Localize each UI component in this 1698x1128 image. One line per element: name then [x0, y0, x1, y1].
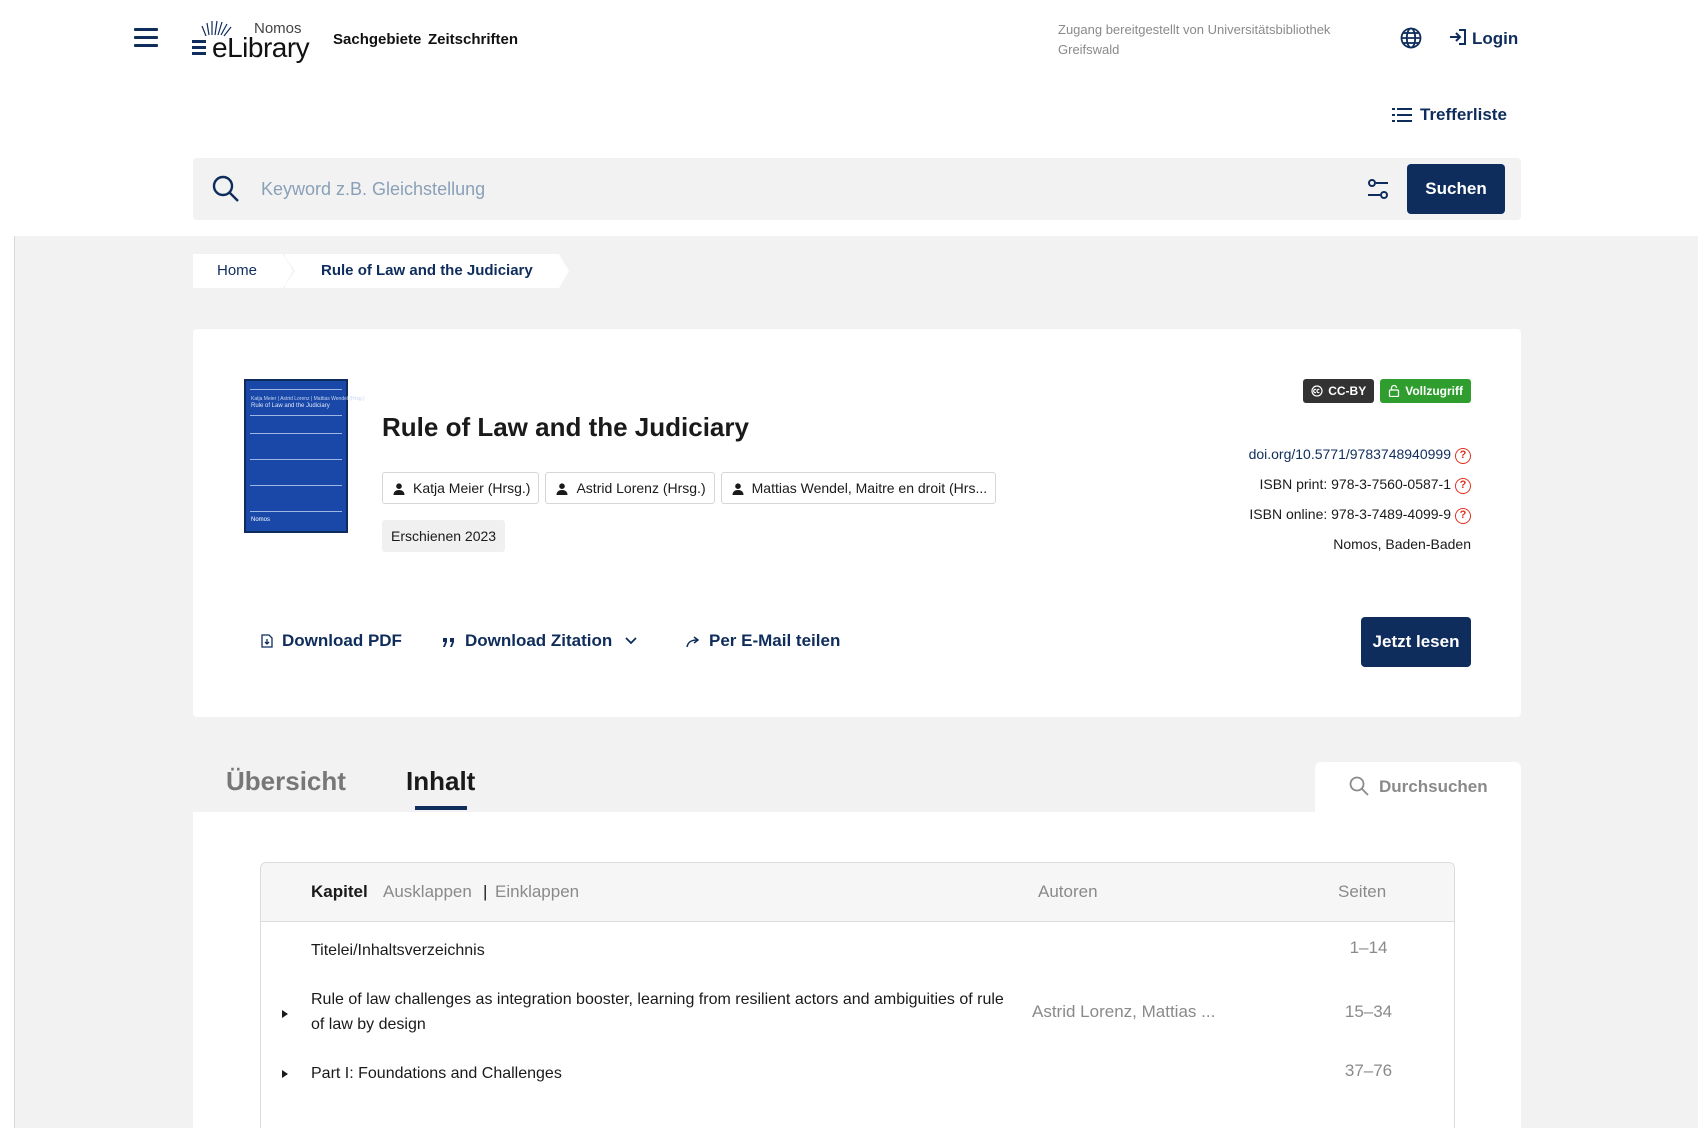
- author-chip[interactable]: Mattias Wendel, Maitre en droit (Hrs...: [720, 472, 997, 504]
- publication-year-badge: Erschienen 2023: [382, 520, 506, 552]
- chapter-pages: 1–14: [1349, 938, 1388, 957]
- download-citation-dropdown[interactable]: Download Zitation: [442, 631, 646, 651]
- list-icon: [1392, 108, 1412, 122]
- expand-caret-icon[interactable]: [282, 1070, 288, 1078]
- filter-settings-icon[interactable]: [1365, 176, 1391, 202]
- download-file-icon: [261, 634, 273, 648]
- share-email-label: Per E-Mail teilen: [709, 631, 841, 650]
- search-input[interactable]: [261, 172, 1321, 206]
- tab-content[interactable]: Inhalt: [406, 766, 475, 797]
- download-pdf-label: Download PDF: [282, 631, 402, 650]
- hamburger-menu-icon[interactable]: [134, 28, 158, 48]
- search-within-button[interactable]: Durchsuchen: [1315, 762, 1521, 812]
- col-authors-header: Autoren: [1038, 882, 1098, 901]
- breadcrumb-home[interactable]: Home: [193, 254, 296, 288]
- read-now-button[interactable]: Jetzt lesen: [1361, 617, 1471, 667]
- author-name: Astrid Lorenz (Hrsg.): [576, 480, 706, 496]
- collapse-all-link[interactable]: Einklappen: [495, 882, 579, 902]
- logo-elibrary-text: eLibrary: [212, 32, 310, 63]
- logo-bars-icon: [192, 40, 206, 58]
- active-tab-indicator: [415, 806, 467, 810]
- search-within-label: Durchsuchen: [1379, 777, 1488, 796]
- isbn-print-help-icon[interactable]: ?: [1455, 478, 1471, 494]
- book-actions: Download PDF Download Zitation Per E-Mai…: [261, 631, 840, 651]
- author-list: Katja Meier (Hrsg.) Astrid Lorenz (Hrsg.…: [382, 472, 997, 504]
- author-name: Mattias Wendel, Maitre en droit (Hrs...: [751, 480, 988, 496]
- book-title: Rule of Law and the Judiciary: [382, 412, 749, 442]
- trefferliste-link[interactable]: Trefferliste: [1392, 105, 1507, 125]
- author-chip[interactable]: Astrid Lorenz (Hrsg.): [545, 472, 715, 504]
- chapter-authors: Astrid Lorenz, Mattias ...: [1032, 1002, 1216, 1021]
- license-label: CC-BY: [1328, 384, 1367, 398]
- table-row[interactable]: Titelei/Inhaltsverzeichnis 1–14: [261, 923, 1454, 977]
- expand-caret-icon[interactable]: [282, 1010, 288, 1018]
- toc-header: Kapitel Ausklappen | Einklappen Autoren …: [261, 863, 1454, 922]
- isbn-online: ISBN online: 978-3-7489-4099-9: [1249, 506, 1451, 522]
- share-email-button[interactable]: Per E-Mail teilen: [686, 631, 840, 651]
- trefferliste-label: Trefferliste: [1420, 105, 1507, 124]
- isbn-print: ISBN print: 978-3-7560-0587-1: [1259, 476, 1451, 492]
- download-pdf-button[interactable]: Download PDF: [261, 631, 402, 651]
- nav-zeitschriften[interactable]: Zeitschriften: [428, 31, 518, 48]
- share-arrow-icon: [686, 636, 700, 648]
- chapter-pages: 37–76: [1344, 1061, 1393, 1080]
- nav-sachgebiete[interactable]: Sachgebiete: [333, 31, 421, 48]
- license-badges: CC-BY Vollzugriff: [1303, 379, 1471, 403]
- book-metadata: doi.org/10.5771/9783748940999? ISBN prin…: [1249, 439, 1471, 559]
- person-icon: [393, 483, 405, 495]
- search-icon: [212, 175, 239, 202]
- search-icon: [1349, 776, 1369, 796]
- download-citation-label: Download Zitation: [464, 631, 613, 650]
- cover-series-text: Katja Meier | Astrid Lorenz | Mattias We…: [251, 396, 365, 402]
- search-button[interactable]: Suchen: [1407, 164, 1505, 214]
- access-provider-text: Zugang bereitgestellt von Universitätsbi…: [1058, 22, 1331, 57]
- book-detail-card: Katja Meier | Astrid Lorenz | Mattias We…: [193, 329, 1521, 717]
- breadcrumb: Home Rule of Law and the Judiciary: [193, 254, 569, 288]
- nomos-elibrary-logo[interactable]: Nomos eLibrary: [190, 16, 320, 63]
- globe-language-icon[interactable]: [1399, 26, 1423, 50]
- doi-help-icon[interactable]: ?: [1455, 448, 1471, 464]
- person-icon: [732, 483, 744, 495]
- creative-commons-icon: [1311, 385, 1323, 397]
- search-bar: Suchen: [193, 158, 1521, 220]
- author-name: Katja Meier (Hrsg.): [413, 480, 531, 496]
- content-panel: Kapitel Ausklappen | Einklappen Autoren …: [193, 812, 1521, 1128]
- unlock-icon: [1389, 384, 1400, 398]
- col-chapter-header: Kapitel: [311, 882, 368, 901]
- cc-by-badge: CC-BY: [1303, 379, 1375, 403]
- site-header: Nomos eLibrary Sachgebiete Zeitschriften…: [0, 0, 1698, 236]
- isbn-online-help-icon[interactable]: ?: [1455, 508, 1471, 524]
- login-label: Login: [1472, 29, 1519, 48]
- login-button[interactable]: Login: [1448, 27, 1518, 49]
- chapter-pages: 15–34: [1344, 1002, 1393, 1021]
- access-label: Vollzugriff: [1405, 384, 1463, 398]
- breadcrumb-current[interactable]: Rule of Law and the Judiciary: [285, 254, 569, 288]
- chapter-title[interactable]: Titelei/Inhaltsverzeichnis: [311, 938, 1011, 963]
- author-chip[interactable]: Katja Meier (Hrsg.): [382, 472, 540, 504]
- person-icon: [556, 483, 568, 495]
- chevron-down-icon: [625, 637, 637, 645]
- table-of-contents: Kapitel Ausklappen | Einklappen Autoren …: [260, 862, 1455, 1128]
- expand-all-link[interactable]: Ausklappen: [383, 882, 472, 902]
- full-access-badge: Vollzugriff: [1380, 379, 1471, 403]
- cover-publisher-text: Nomos: [251, 517, 271, 523]
- doi-link[interactable]: doi.org/10.5771/9783748940999: [1249, 446, 1451, 462]
- cover-title-text: Rule of Law and the Judiciary: [251, 403, 330, 409]
- header-separator: |: [483, 882, 488, 901]
- chapter-title[interactable]: Part I: Foundations and Challenges: [311, 1061, 1011, 1086]
- quote-icon: [442, 638, 454, 647]
- table-row[interactable]: Rule of law challenges as integration bo…: [261, 977, 1454, 1049]
- book-cover-image[interactable]: Katja Meier | Astrid Lorenz | Mattias We…: [244, 379, 365, 533]
- tab-overview[interactable]: Übersicht: [226, 766, 346, 797]
- login-arrow-icon: [1450, 29, 1466, 45]
- publisher-location: Nomos, Baden-Baden: [1333, 536, 1471, 552]
- chapter-title[interactable]: Rule of law challenges as integration bo…: [311, 987, 1011, 1037]
- table-row[interactable]: Part I: Foundations and Challenges 37–76: [261, 1049, 1454, 1109]
- col-pages-header: Seiten: [1338, 882, 1387, 901]
